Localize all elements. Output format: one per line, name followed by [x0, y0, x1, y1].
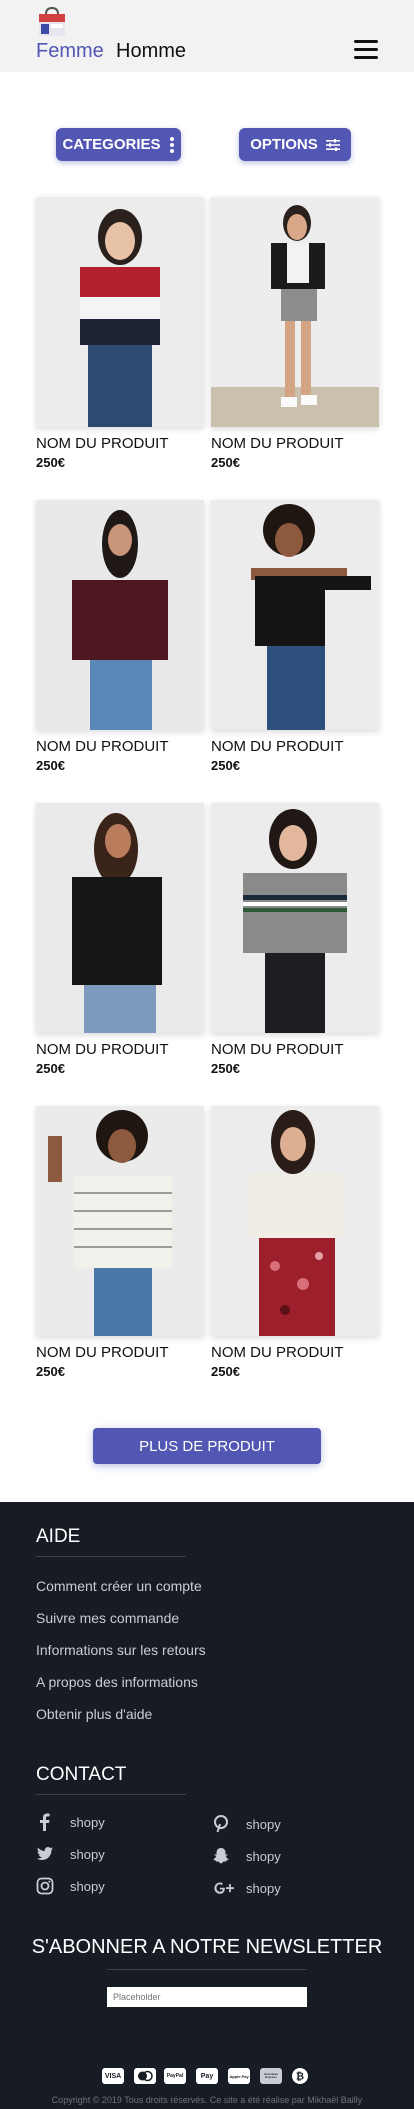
product-card[interactable]: NOM DU PRODUIT 250€: [36, 500, 204, 773]
product-name[interactable]: NOM DU PRODUIT: [211, 435, 379, 452]
shop-bag-logo-icon[interactable]: [36, 6, 68, 38]
product-image[interactable]: [36, 500, 204, 730]
header: Femme Homme: [0, 0, 414, 72]
newsletter-title: S'ABONNER A NOTRE NEWSLETTER: [31, 1936, 383, 1958]
bitcoin-icon: ₿: [292, 2068, 308, 2084]
footer: AIDE Comment créer un compte Suivre mes …: [0, 1502, 414, 2109]
product-price: 250€: [211, 758, 240, 773]
product-name[interactable]: NOM DU PRODUIT: [36, 738, 204, 755]
more-products-button[interactable]: PLUS DE PRODUIT: [93, 1428, 321, 1464]
product-name[interactable]: NOM DU PRODUIT: [36, 1041, 204, 1058]
twitter-icon: [37, 1847, 53, 1860]
product-card[interactable]: NOM DU PRODUIT 250€: [211, 1106, 379, 1379]
contact-title: CONTACT: [36, 1764, 127, 1785]
product-card[interactable]: NOM DU PRODUIT 250€: [36, 1106, 204, 1379]
pinterest-icon: [214, 1815, 228, 1833]
product-card[interactable]: NOM DU PRODUIT 250€: [211, 803, 379, 1076]
vertical-dots-icon: [169, 136, 174, 153]
divider: [36, 1556, 186, 1557]
product-image[interactable]: [211, 500, 379, 730]
contact-twitter[interactable]: shopy: [36, 1845, 105, 1863]
contact-label: shopy: [246, 1848, 281, 1864]
instagram-icon: [36, 1877, 54, 1895]
help-link[interactable]: Informations sur les retours: [36, 1642, 206, 1658]
help-link[interactable]: Obtenir plus d'aide: [36, 1706, 152, 1722]
newsletter-email-input[interactable]: [107, 1987, 307, 2007]
product-price: 250€: [211, 455, 240, 470]
divider: [36, 1794, 186, 1795]
hamburger-icon[interactable]: [354, 40, 378, 60]
contact-facebook[interactable]: shopy: [36, 1813, 105, 1831]
contact-label: shopy: [246, 1880, 281, 1896]
visa-icon: VISA: [102, 2068, 124, 2084]
product-image[interactable]: [36, 803, 204, 1033]
contact-label: shopy: [70, 1846, 105, 1862]
product-image[interactable]: [211, 197, 379, 427]
help-link[interactable]: Comment créer un compte: [36, 1578, 202, 1594]
product-card[interactable]: NOM DU PRODUIT 250€: [211, 500, 379, 773]
contact-pinterest[interactable]: shopy: [212, 1815, 281, 1833]
product-price: 250€: [36, 455, 65, 470]
product-card[interactable]: NOM DU PRODUIT 250€: [211, 197, 379, 470]
product-price: 250€: [36, 758, 65, 773]
product-name[interactable]: NOM DU PRODUIT: [36, 435, 204, 452]
contact-snapchat[interactable]: shopy: [212, 1847, 281, 1865]
help-link[interactable]: Suivre mes commande: [36, 1610, 179, 1626]
product-image[interactable]: [36, 197, 204, 427]
product-name[interactable]: NOM DU PRODUIT: [211, 1041, 379, 1058]
product-name[interactable]: NOM DU PRODUIT: [211, 1344, 379, 1361]
google-plus-icon: [214, 1882, 234, 1894]
product-image[interactable]: [211, 803, 379, 1033]
options-button[interactable]: OPTIONS: [239, 128, 351, 161]
categories-button[interactable]: CATEGORIES: [56, 128, 181, 161]
paypal-icon: PayPal: [164, 2068, 186, 2084]
options-label: OPTIONS: [250, 136, 318, 153]
product-card[interactable]: NOM DU PRODUIT 250€: [36, 197, 204, 470]
copyright: Copyright © 2019 Tous droits réservés. C…: [51, 2095, 363, 2105]
apple-pay-icon: Apple Pay: [228, 2068, 250, 2084]
sliders-icon: [325, 138, 340, 151]
product-image[interactable]: [211, 1106, 379, 1336]
product-card[interactable]: NOM DU PRODUIT 250€: [36, 803, 204, 1076]
nav-femme[interactable]: Femme: [36, 40, 104, 63]
contact-label: shopy: [246, 1816, 281, 1832]
nav-homme[interactable]: Homme: [116, 40, 186, 63]
snapchat-icon: [213, 1848, 229, 1864]
amex-icon: American Express: [260, 2068, 282, 2084]
mastercard-icon: [134, 2068, 156, 2084]
generic-pay-icon: Pay: [196, 2068, 218, 2084]
product-price: 250€: [36, 1364, 65, 1379]
categories-label: CATEGORIES: [62, 136, 161, 153]
divider: [107, 1969, 307, 1970]
contact-label: shopy: [70, 1878, 105, 1894]
product-name[interactable]: NOM DU PRODUIT: [36, 1344, 204, 1361]
contact-google-plus[interactable]: shopy: [212, 1879, 281, 1897]
product-name[interactable]: NOM DU PRODUIT: [211, 738, 379, 755]
product-price: 250€: [211, 1061, 240, 1076]
help-title: AIDE: [36, 1526, 81, 1547]
contact-instagram[interactable]: shopy: [36, 1877, 105, 1895]
product-price: 250€: [211, 1364, 240, 1379]
product-price: 250€: [36, 1061, 65, 1076]
help-link[interactable]: A propos des informations: [36, 1674, 198, 1690]
svg-text:₿: ₿: [296, 2071, 304, 2083]
product-image[interactable]: [36, 1106, 204, 1336]
facebook-icon: [40, 1813, 50, 1831]
contact-label: shopy: [70, 1814, 105, 1830]
